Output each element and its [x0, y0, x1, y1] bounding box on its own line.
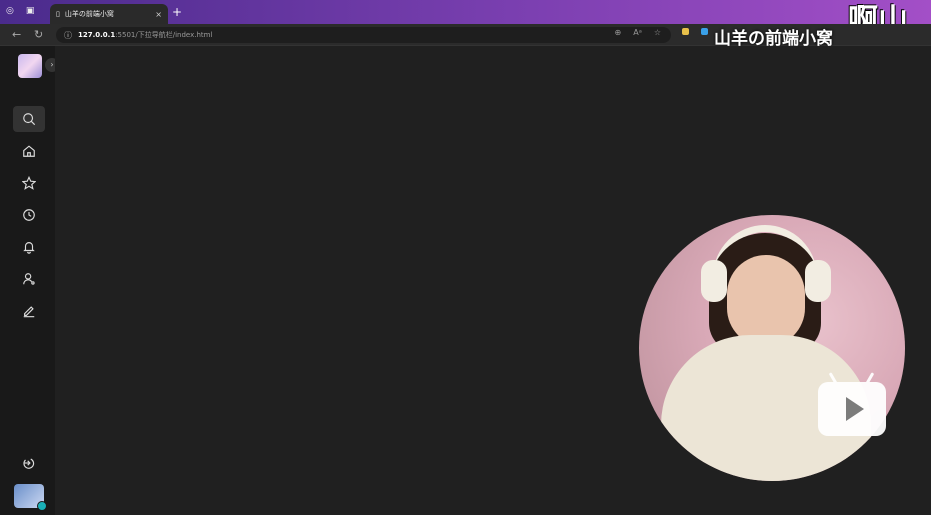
close-tab-icon[interactable]: × — [155, 10, 162, 19]
headphone-cup — [701, 260, 727, 302]
browser-tab[interactable]: ▯ 山羊の前端小窝 × — [50, 4, 168, 24]
site-info-icon[interactable]: ⓘ — [64, 30, 72, 41]
sidebar-item-history[interactable] — [13, 202, 45, 228]
zoom-icon[interactable]: ⊕ — [615, 28, 622, 37]
sidebar-item-logout[interactable] — [13, 450, 45, 476]
clock-icon — [23, 209, 35, 221]
search-icon — [23, 113, 36, 126]
sidebar-nav: › — [0, 46, 59, 515]
logout-icon — [23, 458, 35, 469]
url-path: :5501/下拉导航栏/index.html — [115, 31, 213, 39]
sidebar-item-search[interactable] — [13, 106, 45, 132]
page-icon: ▯ — [56, 10, 60, 18]
bell-icon — [23, 242, 35, 254]
tv-logo-icon — [818, 372, 886, 436]
sidebar-item-notifications[interactable] — [13, 234, 45, 260]
home-icon — [23, 145, 35, 157]
extension-icon[interactable] — [682, 28, 689, 35]
avatar[interactable] — [18, 54, 42, 78]
sidebar-item-favorites[interactable] — [13, 170, 45, 196]
pencil-icon — [23, 306, 35, 318]
play-icon — [846, 397, 864, 421]
sidebar-item-profile[interactable] — [13, 266, 45, 292]
url-host: 127.0.0.1 — [78, 31, 116, 39]
favorite-star-icon[interactable]: ☆ — [654, 28, 661, 37]
reload-icon[interactable]: ↻ — [34, 28, 43, 41]
back-icon[interactable]: ← — [12, 28, 21, 41]
browser-tab-bar: ◎ ▣ ▯ 山羊の前端小窝 × + — [0, 0, 931, 24]
user-avatar[interactable] — [14, 484, 47, 511]
window-controls: ◎ ▣ — [6, 6, 34, 16]
user-icon — [23, 273, 35, 285]
star-icon — [22, 176, 36, 190]
read-aloud-icon[interactable]: Aᵃ — [633, 28, 642, 37]
sidebar-item-home[interactable] — [13, 138, 45, 164]
tab-title: 山羊の前端小窝 — [64, 10, 114, 18]
workspace-icon[interactable]: ◎ — [6, 6, 14, 16]
tab-actions-icon[interactable]: ▣ — [26, 6, 35, 16]
sidebar-item-edit[interactable] — [13, 298, 45, 324]
headphone-cup — [805, 260, 831, 302]
url-tools: ⊕ Aᵃ ☆ — [615, 28, 661, 37]
presenter-face — [727, 255, 805, 347]
webcam-overlay — [639, 215, 905, 481]
extension-icon[interactable] — [701, 28, 708, 35]
new-tab-button[interactable]: + — [172, 5, 182, 19]
url-field[interactable]: ⓘ 127.0.0.1 :5501/下拉导航栏/index.html ⊕ Aᵃ … — [56, 27, 671, 43]
status-dot — [37, 501, 47, 511]
